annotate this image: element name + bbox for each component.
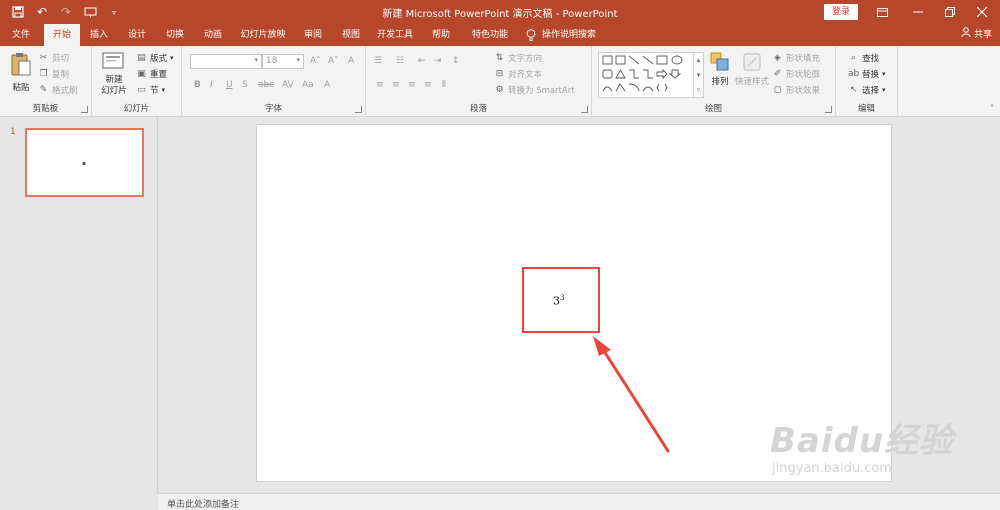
watermark-url: jingyan.baidu.com	[772, 461, 892, 476]
notes-placeholder: 单击此处添加备注	[167, 500, 240, 510]
baidu-watermark: Baidu经验 jingyan.baidu.com	[760, 405, 970, 485]
watermark-brand: Baidu经验	[770, 421, 955, 461]
notes-pane[interactable]: 单击此处添加备注	[158, 493, 1000, 510]
